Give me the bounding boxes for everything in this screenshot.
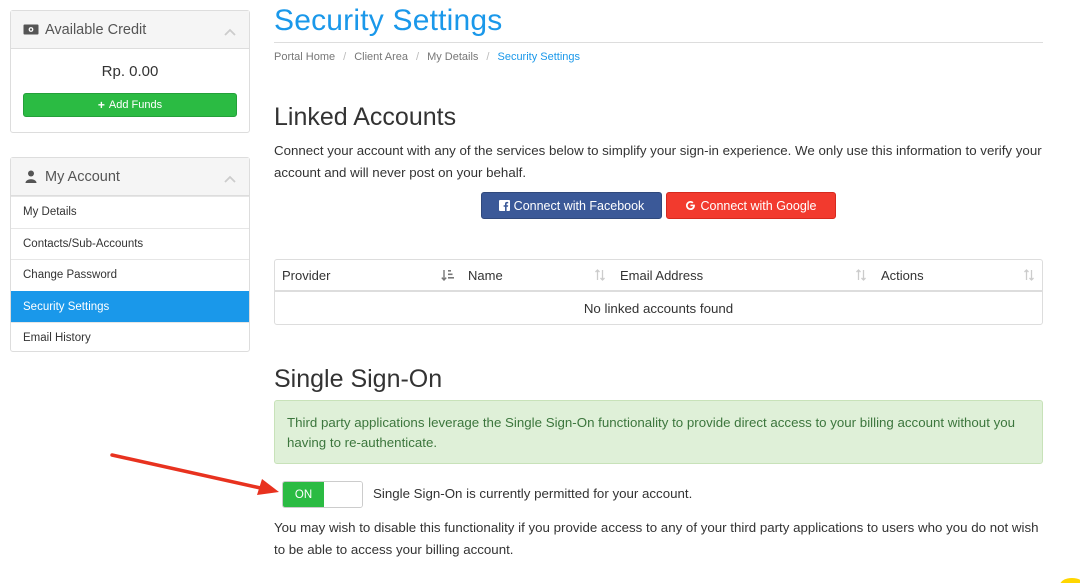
sso-note: You may wish to disable this functionali…	[274, 520, 1039, 557]
breadcrumb-current: Security Settings	[497, 51, 581, 63]
chevron-up-icon[interactable]	[223, 172, 237, 183]
add-funds-label: Add Funds	[108, 99, 163, 111]
sso-status-text: Single Sign-On is currently permitted fo…	[373, 486, 693, 501]
account-panel: My Account My Details Contacts/Sub-Accou…	[10, 157, 250, 352]
connect-facebook-button[interactable]: Connect with Facebook	[481, 192, 662, 219]
linked-accounts-table: Provider Name Email Address Actions No l…	[274, 259, 1043, 325]
credit-panel-header[interactable]: Available Credit	[11, 11, 249, 49]
sso-info-alert: Third party applications leverage the Si…	[274, 400, 1043, 464]
account-panel-title: My Account	[45, 168, 120, 185]
sort-icon[interactable]	[1022, 268, 1036, 282]
sso-toggle-knob[interactable]	[324, 482, 362, 507]
column-header-name[interactable]: Name	[461, 260, 613, 290]
page-title: Security Settings	[274, 4, 503, 37]
breadcrumb-portal-home[interactable]: Portal Home	[274, 51, 335, 63]
sso-toggle-on: ON	[283, 482, 324, 507]
sidebar-item-email-history[interactable]: Email History	[11, 322, 249, 354]
sso-toggle-switch[interactable]: ON	[282, 481, 363, 508]
sort-icon[interactable]	[854, 268, 868, 282]
credit-panel-title: Available Credit	[45, 21, 147, 38]
sidebar-item-my-details[interactable]: My Details	[11, 196, 249, 228]
column-header-actions[interactable]: Actions	[874, 260, 1042, 290]
money-icon	[23, 22, 39, 38]
sidebar-item-change-password[interactable]: Change Password	[11, 259, 249, 291]
breadcrumb-client-area[interactable]: Client Area	[354, 51, 408, 63]
table-header-row: Provider Name Email Address Actions	[275, 260, 1042, 292]
column-header-label: Name	[468, 267, 503, 283]
sidebar-item-security-settings[interactable]: Security Settings	[11, 290, 249, 322]
breadcrumb-separator: /	[416, 51, 420, 63]
sidebar-item-contacts[interactable]: Contacts/Sub-Accounts	[11, 227, 249, 260]
linked-accounts-description: Connect your account with any of the ser…	[274, 143, 1042, 180]
arrow-annotation	[110, 453, 279, 495]
connect-google-button[interactable]: Connect with Google	[666, 192, 836, 219]
plus-icon: +	[97, 98, 105, 112]
table-empty-row: No linked accounts found	[583, 300, 734, 316]
credit-panel: Available Credit Rp. 0.00 + Add Funds	[10, 10, 250, 133]
column-header-label: Email Address	[620, 267, 704, 283]
google-icon	[685, 200, 696, 211]
connect-facebook-label: Connect with Facebook	[513, 198, 645, 213]
chat-widget-edge[interactable]	[1050, 575, 1080, 583]
sort-icon[interactable]	[593, 268, 607, 282]
sso-heading: Single Sign-On	[274, 365, 443, 393]
column-header-label: Actions	[881, 267, 924, 283]
column-header-label: Provider	[282, 267, 331, 283]
title-divider	[274, 42, 1043, 43]
user-icon	[23, 169, 39, 185]
add-funds-button[interactable]: + Add Funds	[23, 93, 237, 117]
connect-google-label: Connect with Google	[700, 198, 817, 213]
breadcrumb-separator: /	[343, 51, 347, 63]
chevron-up-icon[interactable]	[223, 25, 237, 36]
facebook-icon	[498, 200, 510, 211]
breadcrumb-my-details[interactable]: My Details	[427, 51, 478, 63]
sort-ascending-icon[interactable]	[441, 268, 455, 282]
linked-accounts-heading: Linked Accounts	[274, 103, 457, 131]
credit-amount: Rp. 0.00	[101, 63, 159, 80]
breadcrumb-separator: /	[486, 51, 490, 63]
column-header-provider[interactable]: Provider	[275, 260, 461, 290]
column-header-email[interactable]: Email Address	[613, 260, 874, 290]
breadcrumb: Portal Home / Client Area / My Details /…	[274, 51, 580, 63]
account-panel-header[interactable]: My Account	[11, 158, 249, 196]
